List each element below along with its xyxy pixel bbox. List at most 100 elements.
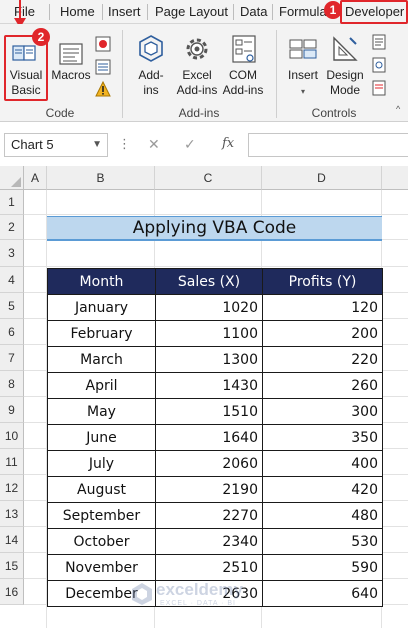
month-cell[interactable]: June (47, 424, 156, 451)
profits-cell[interactable]: 590 (262, 554, 383, 581)
tab-insert[interactable]: Insert (108, 0, 141, 24)
profits-cell[interactable]: 200 (262, 320, 383, 347)
com-add-ins-label-1: COM (229, 68, 257, 82)
month-cell[interactable]: August (47, 476, 156, 503)
row-header[interactable]: 4 (0, 267, 24, 293)
insert-controls-button[interactable]: Insert ▾ (282, 32, 324, 102)
month-cell[interactable]: October (47, 528, 156, 555)
toolbox-icon (289, 39, 317, 59)
ribbon-body: 2 Visual Basic Macros Code Add- ins Exce… (0, 24, 408, 122)
header-sales[interactable]: Sales (X) (155, 268, 263, 295)
profits-cell[interactable]: 260 (262, 372, 383, 399)
sales-cell[interactable]: 1100 (155, 320, 263, 347)
tab-home[interactable]: Home (60, 0, 95, 24)
month-cell[interactable]: November (47, 554, 156, 581)
header-month[interactable]: Month (47, 268, 156, 295)
record-macro-icon[interactable] (95, 36, 111, 52)
excel-add-ins-label-2: Add-ins (176, 83, 218, 97)
name-box[interactable]: Chart 5 ▼ (4, 133, 108, 157)
tab-data[interactable]: Data (240, 0, 267, 24)
relative-references-icon[interactable] (95, 59, 111, 75)
row-header[interactable]: 8 (0, 371, 24, 397)
collapse-ribbon-icon[interactable]: ^ (396, 104, 400, 114)
view-code-icon[interactable] (372, 57, 386, 73)
formula-input[interactable] (248, 133, 408, 157)
month-cell[interactable]: May (47, 398, 156, 425)
sales-cell[interactable]: 1510 (155, 398, 263, 425)
sales-cell[interactable]: 2060 (155, 450, 263, 477)
enter-icon[interactable]: ✓ (184, 136, 196, 153)
sales-cell[interactable]: 2190 (155, 476, 263, 503)
watermark: exceldemy EXCEL · DATA · BI (130, 578, 290, 614)
com-add-ins-button[interactable]: COM Add-ins (220, 32, 266, 102)
com-add-ins-label-2: Add-ins (222, 83, 264, 97)
row-header[interactable]: 3 (0, 240, 24, 267)
sales-cell[interactable]: 1430 (155, 372, 263, 399)
sales-cell[interactable]: 2510 (155, 554, 263, 581)
month-cell[interactable]: September (47, 502, 156, 529)
sales-cell[interactable]: 1640 (155, 424, 263, 451)
profits-cell[interactable]: 120 (262, 294, 383, 321)
cancel-icon[interactable]: ✕ (148, 136, 160, 153)
name-box-value: Chart 5 (11, 137, 54, 152)
tab-divider (147, 4, 148, 20)
column-header-e[interactable] (382, 166, 408, 190)
profits-cell[interactable]: 530 (262, 528, 383, 555)
profits-cell[interactable]: 220 (262, 346, 383, 373)
profits-cell[interactable]: 480 (262, 502, 383, 529)
month-cell[interactable]: March (47, 346, 156, 373)
select-all-corner[interactable] (0, 166, 24, 190)
profits-cell[interactable]: 400 (262, 450, 383, 477)
month-cell[interactable]: January (47, 294, 156, 321)
row-header[interactable]: 13 (0, 501, 24, 527)
tab-page-layout[interactable]: Page Layout (155, 0, 228, 24)
sales-cell[interactable]: 2270 (155, 502, 263, 529)
run-dialog-icon[interactable] (372, 80, 386, 96)
column-header-d[interactable]: D (262, 166, 382, 190)
row-header[interactable]: 12 (0, 475, 24, 501)
table-row: September 2270 480 (47, 502, 383, 529)
profits-cell[interactable]: 420 (262, 476, 383, 503)
com-add-ins-icon (232, 35, 256, 63)
row-header[interactable]: 10 (0, 423, 24, 449)
row-header[interactable]: 7 (0, 345, 24, 371)
sales-cell[interactable]: 1020 (155, 294, 263, 321)
tab-divider (102, 4, 103, 20)
visual-basic-button[interactable]: Visual Basic (6, 36, 46, 100)
row-header[interactable]: 15 (0, 553, 24, 579)
macros-button[interactable]: Macros (50, 36, 92, 86)
sheet-title[interactable]: Applying VBA Code (47, 216, 382, 241)
row-header[interactable]: 1 (0, 190, 24, 215)
row-header[interactable]: 9 (0, 397, 24, 423)
design-mode-button[interactable]: Design Mode (324, 32, 366, 102)
macro-security-icon[interactable] (95, 81, 111, 97)
sales-cell[interactable]: 2340 (155, 528, 263, 555)
more-options-icon[interactable]: ⋮ (118, 136, 131, 152)
month-cell[interactable]: February (47, 320, 156, 347)
row-header[interactable]: 6 (0, 319, 24, 345)
month-cell[interactable]: July (47, 450, 156, 477)
table-row: October 2340 530 (47, 528, 383, 555)
column-header-c[interactable]: C (155, 166, 262, 190)
row-header[interactable]: 2 (0, 215, 24, 240)
sales-cell[interactable]: 1300 (155, 346, 263, 373)
insert-function-icon[interactable]: fx (222, 136, 234, 151)
header-profits[interactable]: Profits (Y) (262, 268, 383, 295)
profits-cell[interactable]: 350 (262, 424, 383, 451)
profits-cell[interactable]: 300 (262, 398, 383, 425)
add-ins-label-1: Add- (138, 68, 164, 82)
row-header[interactable]: 14 (0, 527, 24, 553)
excel-add-ins-label-1: Excel (182, 68, 212, 82)
table-row: April 1430 260 (47, 372, 383, 399)
row-header[interactable]: 16 (0, 579, 24, 605)
properties-icon[interactable] (372, 34, 386, 50)
month-cell[interactable]: April (47, 372, 156, 399)
tab-formulas[interactable]: Formulas (279, 0, 327, 24)
excel-add-ins-button[interactable]: Excel Add-ins (174, 32, 220, 102)
add-ins-button[interactable]: Add- ins (130, 32, 172, 102)
row-header[interactable]: 5 (0, 293, 24, 319)
column-header-a[interactable]: A (24, 166, 47, 190)
chevron-down-icon[interactable]: ▼ (92, 134, 102, 156)
row-header[interactable]: 11 (0, 449, 24, 475)
column-header-b[interactable]: B (47, 166, 155, 190)
